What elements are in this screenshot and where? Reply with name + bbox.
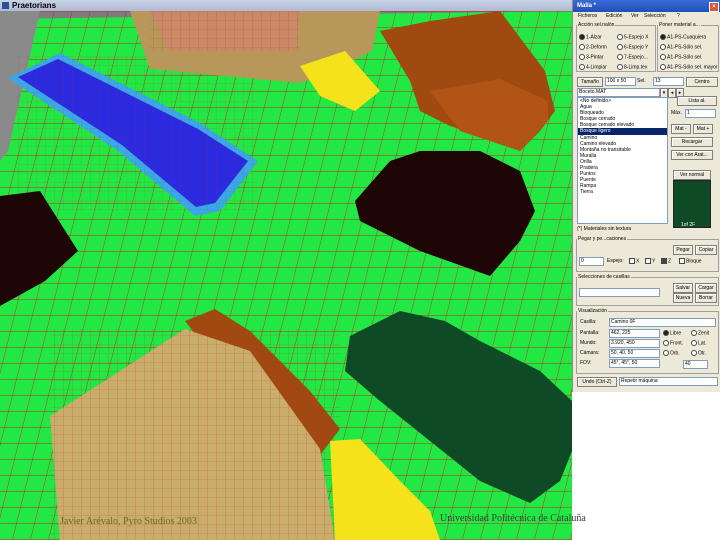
- menu-edicion[interactable]: Edición: [606, 13, 622, 19]
- vis-value-camara: 50, 40, 50: [609, 349, 660, 358]
- group-selecciones: Selecciones de casillas Salvar Cargar Nu…: [576, 274, 719, 306]
- radio-front[interactable]: Front.: [663, 340, 683, 346]
- vis-value-casilla: Camino 0F: [609, 318, 716, 327]
- size-field[interactable]: 100 x 50: [605, 77, 636, 86]
- espejo-label: Espejo:: [607, 258, 624, 264]
- menu-ficheros[interactable]: Ficheros: [578, 13, 597, 19]
- material-list[interactable]: <No definido> Agua Bloqueado Bosque cerrado…: [577, 97, 668, 224]
- undo-button[interactable]: Undo (Ctrl-Z): [577, 377, 617, 387]
- terrain-render[interactable]: [0, 11, 572, 540]
- radio-libre[interactable]: Libre: [663, 330, 681, 336]
- delete-selection-button[interactable]: Borrar: [695, 293, 717, 303]
- radio-lat[interactable]: Lat.: [691, 340, 706, 346]
- vis-value-pantalla: 462, 225: [609, 329, 660, 338]
- radio-poner-solo-2[interactable]: A1-PS-Sólo sel.: [660, 54, 702, 60]
- view-with-button[interactable]: Ver con Arat...: [671, 150, 713, 160]
- vis-label-mundo: Mundo:: [580, 340, 597, 346]
- fps-combo[interactable]: 40: [683, 360, 708, 369]
- footer-credit: Javier Arévalo, Pyro Studios 2003: [60, 516, 197, 527]
- app-icon: [2, 2, 9, 9]
- mat-plus-button[interactable]: Mat +: [693, 124, 713, 134]
- mat-minus-button[interactable]: Mat -: [671, 124, 691, 134]
- material-list-item[interactable]: Tierra: [578, 189, 667, 195]
- panel-titlebar: Malla * ×: [573, 0, 720, 12]
- radio-poner-mayor[interactable]: A1-PS-Sólo sel. mayor: [660, 64, 718, 70]
- swatch-caption: 1of 2F: [681, 222, 696, 228]
- list-button[interactable]: Lista al.: [677, 96, 717, 106]
- radio-zenit[interactable]: Zenit: [691, 330, 709, 336]
- menu-help[interactable]: ?: [677, 13, 680, 19]
- vis-value-mundo: 3.920, 450: [609, 339, 660, 348]
- group-poner: Poner material a... A1-PS-Cuaquiera A1-P…: [657, 22, 719, 72]
- vis-label-casilla: Casilla:: [580, 319, 597, 325]
- close-icon[interactable]: ×: [709, 2, 719, 12]
- paste-value[interactable]: 0: [579, 257, 604, 266]
- plateau-grid: [150, 11, 300, 51]
- radio-espejo-z[interactable]: 7-Espejo...: [617, 54, 648, 60]
- water-grid: [18, 56, 258, 211]
- vis-label-camara: Cámara:: [580, 350, 600, 356]
- radio-limpiar[interactable]: 4-Limpiar: [579, 64, 607, 70]
- radio-pintar[interactable]: 3-Pintar: [579, 54, 604, 60]
- espejo-y-check[interactable]: Y: [645, 258, 655, 264]
- 3d-map-viewport[interactable]: [0, 11, 572, 540]
- new-selection-button[interactable]: Nueva: [673, 293, 693, 303]
- prev-arrow-icon[interactable]: ◂: [668, 88, 676, 98]
- size-button[interactable]: Tamaño: [577, 77, 603, 87]
- group-accion: Acción sel.nalón 1-Alzar 5-Espejo X 2-De…: [576, 22, 656, 72]
- group-pegar-title: Pegar y pe...caciones: [578, 236, 627, 242]
- tools-panel: Malla * × Ficheros Edición Ver Selección …: [572, 0, 720, 392]
- textures-note: (*) Materiales sin textura: [577, 226, 632, 232]
- radio-espejo-y[interactable]: 6-Espejo Y: [617, 44, 648, 50]
- radio-orb[interactable]: Orb.: [663, 350, 680, 356]
- menu-ver[interactable]: Ver: [631, 13, 639, 19]
- app-window: Praetorians Malla * × Ficheros Edición V…: [0, 0, 720, 540]
- vis-label-fov: FOV:: [580, 360, 592, 366]
- espejo-x-check[interactable]: X: [629, 258, 639, 264]
- load-selection-button[interactable]: Cargar: [695, 283, 717, 293]
- bloque-check[interactable]: Bloque: [679, 258, 702, 264]
- view-normal-button[interactable]: Ver normal: [673, 170, 711, 180]
- radio-poner-solo[interactable]: A1-PS-Sólo sel.: [660, 44, 702, 50]
- espejo-z-check[interactable]: Z: [661, 258, 671, 264]
- sand-grid: [50, 329, 340, 540]
- panel-title: Malla *: [577, 3, 597, 9]
- group-visualizacion-title: Visualización: [578, 308, 608, 314]
- selection-combo[interactable]: [579, 288, 660, 297]
- footer-university: Universidad Politécnica de Cataluña: [440, 513, 586, 524]
- group-visualizacion: Visualización Casilla: Camino 0F Pantall…: [576, 308, 719, 374]
- group-pegar: Pegar y pe...caciones Pegar Copiar 0 Esp…: [576, 236, 719, 272]
- max-field[interactable]: 1: [685, 109, 716, 118]
- sel-field[interactable]: 13: [653, 77, 684, 86]
- material-swatch: [673, 180, 711, 228]
- material-combo[interactable]: Boceto.MAT: [577, 88, 660, 97]
- group-poner-title: Poner material a...: [659, 22, 700, 28]
- radio-alzar[interactable]: 1-Alzar: [579, 34, 602, 40]
- window-title: Praetorians: [12, 1, 57, 10]
- radio-espejo-x[interactable]: 5-Espejo X: [617, 34, 648, 40]
- panel-menubar: Ficheros Edición Ver Selección ?: [573, 12, 720, 21]
- max-label: Máx.: [671, 110, 682, 116]
- repeat-field[interactable]: Repetir máquina: [619, 377, 718, 386]
- vis-value-fov: 45°, 45°, 50: [609, 359, 660, 368]
- radio-deform[interactable]: 2-Deform: [579, 44, 607, 50]
- radio-otr[interactable]: Otr.: [691, 350, 706, 356]
- radio-poner-cualquiera[interactable]: A1-PS-Cuaquiera: [660, 34, 706, 40]
- sel-label: Sel.: [637, 78, 646, 84]
- copy-button[interactable]: Copiar: [695, 245, 717, 255]
- group-accion-title: Acción sel.nalón: [578, 22, 615, 28]
- menu-seleccion[interactable]: Selección: [644, 13, 666, 19]
- paste-button[interactable]: Pegar: [673, 245, 693, 255]
- save-selection-button[interactable]: Salvar: [673, 283, 693, 293]
- reload-button[interactable]: Recargar: [671, 137, 713, 147]
- radio-limp-tex[interactable]: 8-Limp.tex: [617, 64, 647, 70]
- center-button[interactable]: Centro: [686, 77, 718, 87]
- group-selecciones-title: Selecciones de casillas: [578, 274, 630, 280]
- vis-label-pantalla: Pantalla:: [580, 330, 600, 336]
